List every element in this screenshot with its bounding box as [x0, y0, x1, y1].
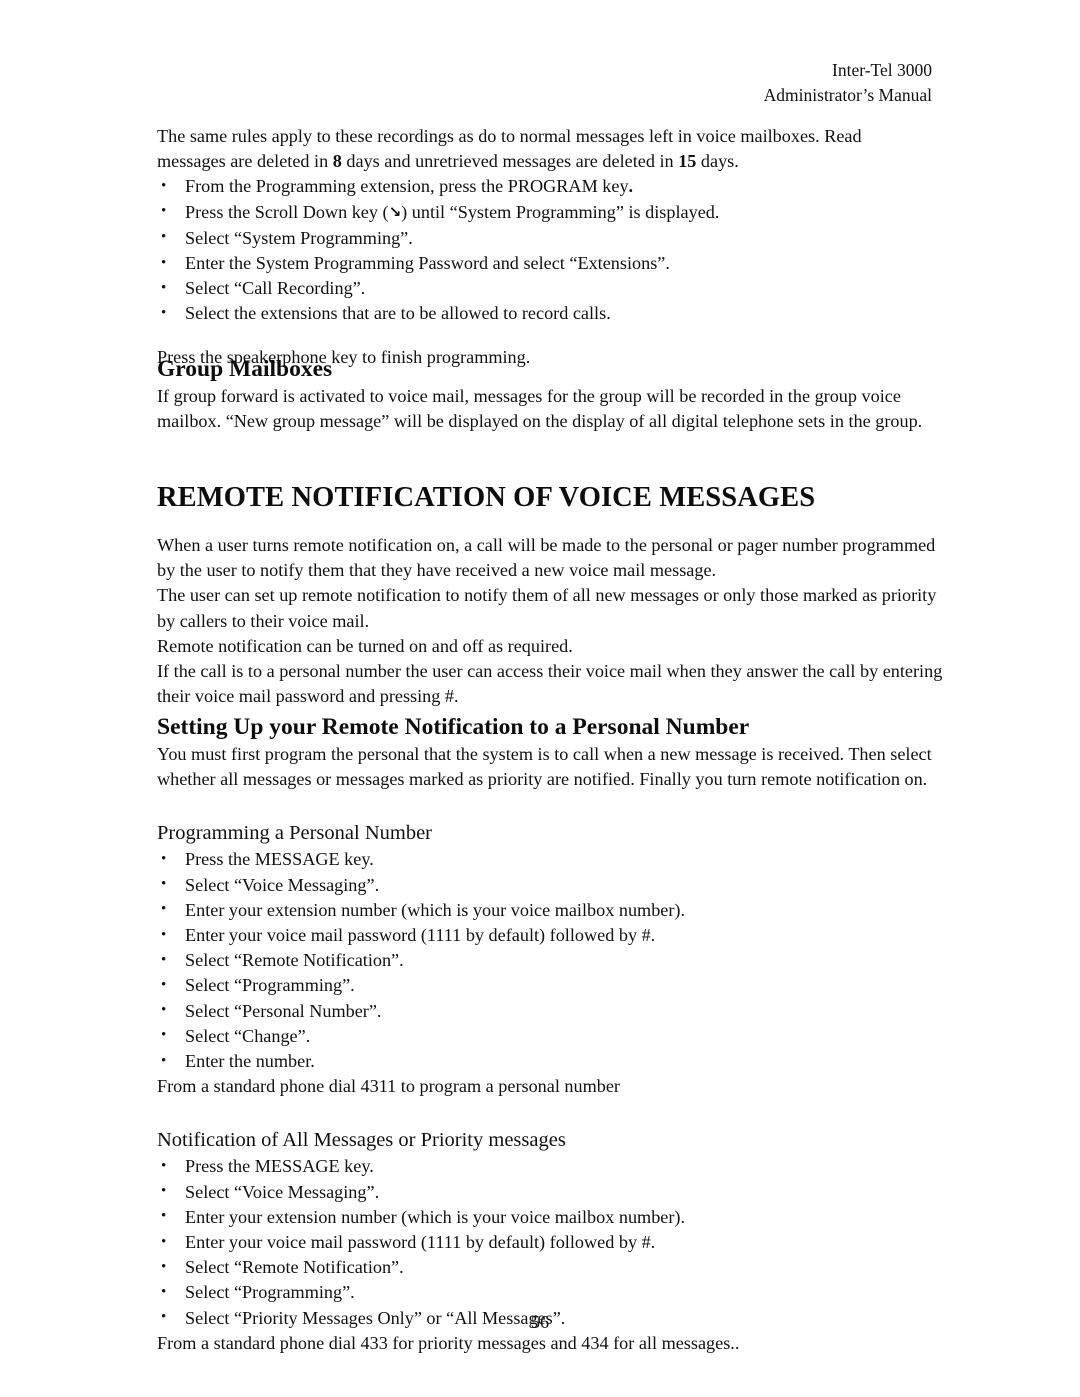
remote-notification-paragraph-3: Remote notification can be turned on and… — [157, 635, 573, 656]
bullet-text: Select “System Programming”. — [185, 227, 413, 248]
list-item: Select “Remote Notification”. — [157, 948, 947, 973]
list-item: Press the MESSAGE key. — [157, 1154, 947, 1179]
bullet-text-prefix: Press the Scroll Down key ( — [185, 201, 389, 222]
list-item: Select “Voice Messaging”. — [157, 1179, 947, 1205]
list-item: Select “Remote Notification”. — [157, 1255, 947, 1280]
list-item: Select “Programming”. — [157, 1280, 947, 1305]
bullet-text: Enter the System Programming Password an… — [185, 253, 670, 274]
bullet-text-suffix: ) until “System Programming” is displaye… — [401, 201, 720, 222]
bullet-text: Select “Change”. — [185, 1025, 311, 1046]
list-item: Enter the System Programming Password an… — [157, 251, 925, 276]
call-recording-bullet-list: From the Programming extension, press th… — [157, 174, 925, 326]
list-item: Enter your voice mail password (1111 by … — [157, 1230, 947, 1255]
bullet-text: Enter your extension number (which is yo… — [185, 899, 686, 920]
bullet-text: Select the extensions that are to be all… — [185, 303, 611, 324]
programming-personal-number-bullet-list: Press the MESSAGE key. Select “Voice Mes… — [157, 847, 947, 1074]
list-item: From the Programming extension, press th… — [157, 174, 925, 199]
bullet-text: Select “Remote Notification”. — [185, 950, 404, 971]
bullet-text: Enter the number. — [185, 1051, 315, 1072]
bullet-text: Select “Voice Messaging”. — [185, 1181, 380, 1202]
programming-personal-number-heading: Programming a Personal Number — [157, 822, 432, 845]
scroll-down-arrow-icon: ↘ — [388, 202, 402, 221]
bullet-bold-period: . — [628, 176, 634, 197]
remote-notification-paragraph-4: If the call is to a personal number the … — [157, 661, 943, 707]
bullet-text: Enter your voice mail password (1111 by … — [185, 1232, 656, 1253]
list-item: Enter your voice mail password (1111 by … — [157, 923, 947, 948]
list-item: Select “Call Recording”. — [157, 276, 925, 301]
group-mailboxes-section: Group Mailboxes If group forward is acti… — [157, 355, 925, 434]
bullet-text: Select “Call Recording”. — [185, 278, 366, 299]
list-item: Select “Programming”. — [157, 973, 947, 998]
page-content: The same rules apply to these recordings… — [157, 124, 925, 370]
list-item: Select “Change”. — [157, 1023, 947, 1049]
remote-notification-section: REMOTE NOTIFICATION OF VOICE MESSAGES Wh… — [157, 481, 947, 709]
list-item: Enter your extension number (which is yo… — [157, 897, 947, 923]
header-product-line: Inter-Tel 3000 — [832, 60, 932, 80]
bullet-text: Select “Programming”. — [185, 975, 355, 996]
list-item: Press the Scroll Down key (↘) until “Sys… — [157, 199, 925, 226]
bullet-text: Select “Programming”. — [185, 1282, 355, 1303]
list-item: Select the extensions that are to be all… — [157, 301, 925, 326]
programming-personal-number-footer: From a standard phone dial 4311 to progr… — [157, 1076, 620, 1097]
group-mailboxes-paragraph: If group forward is activated to voice m… — [157, 386, 923, 432]
intro-paragraph: The same rules apply to these recordings… — [157, 124, 925, 174]
remote-notification-paragraph-1: When a user turns remote notification on… — [157, 535, 936, 581]
setting-up-paragraph: You must first program the personal that… — [157, 744, 932, 790]
page-title: REMOTE NOTIFICATION OF VOICE MESSAGES — [157, 482, 816, 513]
remote-notification-paragraph-2: The user can set up remote notification … — [157, 585, 937, 631]
intro-text-part3: days. — [696, 151, 739, 172]
list-item: Press the MESSAGE key. — [157, 847, 947, 872]
list-item: Enter your extension number (which is yo… — [157, 1204, 947, 1230]
bullet-text: From the Programming extension, press th… — [185, 176, 629, 197]
bullet-text: Select “Personal Number”. — [185, 1000, 382, 1021]
list-item: Select “System Programming”. — [157, 225, 925, 251]
document-page: Inter-Tel 3000 Administrator’s Manual Th… — [0, 0, 1080, 1397]
page-number: 56 — [530, 1312, 550, 1332]
bullet-text: Enter your voice mail password (1111 by … — [185, 925, 656, 946]
setting-up-section: Setting Up your Remote Notification to a… — [157, 713, 947, 1356]
bullet-text: Select “Remote Notification”. — [185, 1257, 404, 1278]
page-header: Inter-Tel 3000 Administrator’s Manual — [764, 58, 932, 108]
notification-all-or-priority-heading: Notification of All Messages or Priority… — [157, 1129, 566, 1152]
intro-text-part2: days and unretrieved messages are delete… — [341, 151, 679, 172]
list-item: Select “Voice Messaging”. — [157, 872, 947, 898]
header-manual-line: Administrator’s Manual — [763, 85, 932, 105]
intro-read-days: 8 — [332, 151, 342, 172]
notification-all-or-priority-footer: From a standard phone dial 433 for prior… — [157, 1332, 740, 1353]
bullet-text: Press the MESSAGE key. — [185, 1156, 374, 1177]
setting-up-heading: Setting Up your Remote Notification to a… — [157, 714, 750, 740]
intro-unretrieved-days: 15 — [678, 151, 697, 172]
group-mailboxes-heading: Group Mailboxes — [157, 356, 333, 382]
list-item: Select “Personal Number”. — [157, 998, 947, 1024]
notification-all-or-priority-bullet-list: Press the MESSAGE key. Select “Voice Mes… — [157, 1154, 947, 1331]
bullet-text: Select “Voice Messaging”. — [185, 874, 380, 895]
list-item: Enter the number. — [157, 1049, 947, 1074]
bullet-text: Enter your extension number (which is yo… — [185, 1206, 686, 1227]
bullet-text: Press the MESSAGE key. — [185, 849, 374, 870]
